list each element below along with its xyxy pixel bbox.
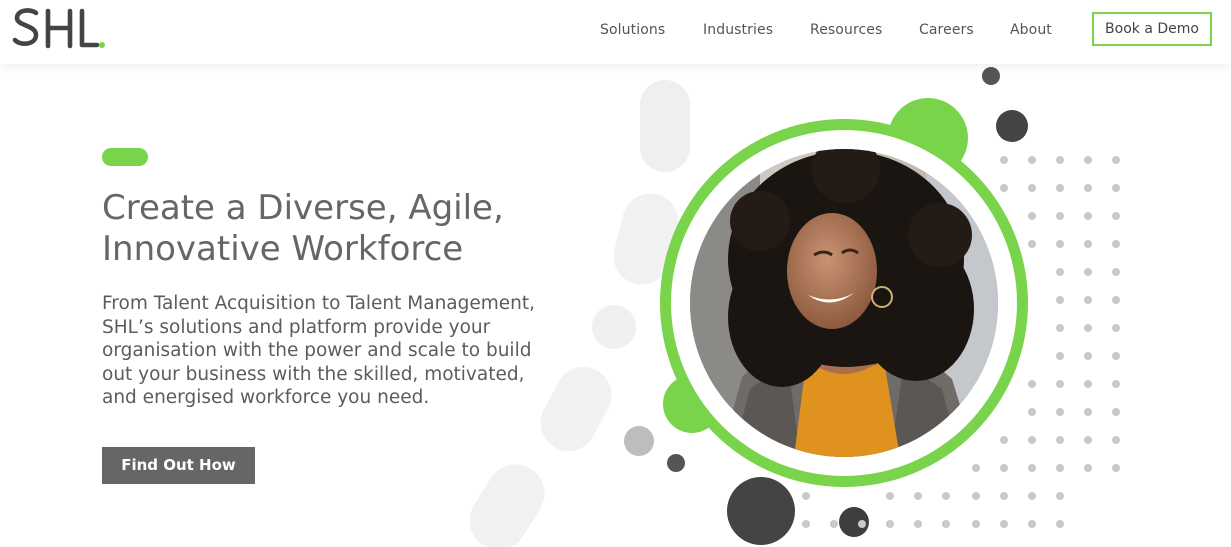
grid-dot <box>1000 520 1008 528</box>
description-line: SHL’s solutions and platform provide you… <box>102 316 491 338</box>
dark-dot <box>982 67 1000 85</box>
grid-dot <box>1084 268 1092 276</box>
grid-dot <box>1084 184 1092 192</box>
grid-dot <box>1028 408 1036 416</box>
grid-dot <box>1112 408 1120 416</box>
grid-dot <box>914 492 922 500</box>
grid-dot <box>1056 464 1064 472</box>
grid-dot <box>1028 240 1036 248</box>
hero-portrait-image <box>690 149 998 457</box>
find-out-how-button[interactable]: Find Out How <box>102 447 255 484</box>
grid-dot <box>1112 324 1120 332</box>
grid-dot <box>1112 212 1120 220</box>
grid-dot <box>972 464 980 472</box>
grid-dot <box>1056 324 1064 332</box>
dark-dot <box>996 110 1028 142</box>
grid-dot <box>1084 380 1092 388</box>
grid-dot <box>1056 380 1064 388</box>
grid-dot <box>1056 156 1064 164</box>
grid-dot <box>1000 436 1008 444</box>
grid-dot <box>802 520 810 528</box>
grid-dot <box>1084 212 1092 220</box>
nav-about[interactable]: About <box>1010 22 1052 38</box>
grid-dot <box>1000 464 1008 472</box>
grid-dot <box>802 492 810 500</box>
grid-dot <box>1028 464 1036 472</box>
grid-dot <box>942 492 950 500</box>
grid-dot <box>1056 184 1064 192</box>
grid-dot <box>1028 520 1036 528</box>
grid-dot <box>1000 156 1008 164</box>
grid-dot <box>830 520 838 528</box>
grid-dot <box>1112 380 1120 388</box>
grid-dot <box>1056 352 1064 360</box>
book-demo-button[interactable]: Book a Demo <box>1092 12 1212 46</box>
dark-dot <box>667 454 685 472</box>
dark-dot <box>727 477 795 545</box>
hero-description: From Talent Acquisition to Talent Manage… <box>102 292 602 410</box>
grid-dot <box>1056 240 1064 248</box>
grid-dot <box>1112 296 1120 304</box>
headline-line: Innovative Workforce <box>102 229 464 269</box>
nav-careers[interactable]: Careers <box>919 22 974 38</box>
grid-dot <box>1084 464 1092 472</box>
description-line: and energised workforce you need. <box>102 387 430 408</box>
grid-dot <box>1028 212 1036 220</box>
grid-dot <box>1028 492 1036 500</box>
grid-dot <box>1028 380 1036 388</box>
headline-line: Create a Diverse, Agile, <box>102 188 504 228</box>
grid-dot <box>1056 436 1064 444</box>
grid-dot <box>1084 324 1092 332</box>
grid-dot <box>1000 492 1008 500</box>
grid-dot <box>1028 436 1036 444</box>
accent-pill <box>102 148 148 166</box>
site-header: Solutions Industries Resources Careers A… <box>0 0 1231 64</box>
hero-headline: Create a Diverse, Agile, Innovative Work… <box>102 188 572 270</box>
shl-logo[interactable] <box>12 4 112 56</box>
grid-dot <box>1084 436 1092 444</box>
grid-dot <box>1112 352 1120 360</box>
grid-dot <box>1084 240 1092 248</box>
grid-dot <box>886 520 894 528</box>
grid-dot <box>1056 492 1064 500</box>
grid-dot <box>972 520 980 528</box>
grid-dot <box>1112 464 1120 472</box>
grey-dot <box>624 426 654 456</box>
grid-dot <box>914 520 922 528</box>
grid-dot <box>1056 408 1064 416</box>
grid-dot <box>1000 184 1008 192</box>
grid-dot <box>1112 184 1120 192</box>
grid-dot <box>972 492 980 500</box>
description-line: From Talent Acquisition to Talent Manage… <box>102 293 536 314</box>
grid-dot <box>1112 240 1120 248</box>
grid-dot <box>1028 184 1036 192</box>
nav-industries[interactable]: Industries <box>703 22 773 38</box>
grid-dot <box>886 492 894 500</box>
faint-pill <box>469 464 545 547</box>
description-line: organisation with the power and scale to… <box>102 340 532 361</box>
grid-dot <box>1112 156 1120 164</box>
portrait-illustration <box>690 149 998 457</box>
grid-dot <box>1056 268 1064 276</box>
description-line: out your business with the skilled, moti… <box>102 363 525 385</box>
grid-dot <box>1056 520 1064 528</box>
grid-dot <box>1112 436 1120 444</box>
nav-solutions[interactable]: Solutions <box>600 22 665 38</box>
faint-pill <box>640 80 690 172</box>
grid-dot <box>1084 352 1092 360</box>
grid-dot <box>1056 296 1064 304</box>
grid-dot <box>1028 156 1036 164</box>
grid-dot <box>1084 156 1092 164</box>
grid-dot <box>1084 296 1092 304</box>
nav-resources[interactable]: Resources <box>810 22 882 38</box>
grid-dot <box>1112 268 1120 276</box>
grid-dot <box>858 520 866 528</box>
grid-dot <box>942 520 950 528</box>
grid-dot <box>1084 408 1092 416</box>
grid-dot <box>1056 212 1064 220</box>
